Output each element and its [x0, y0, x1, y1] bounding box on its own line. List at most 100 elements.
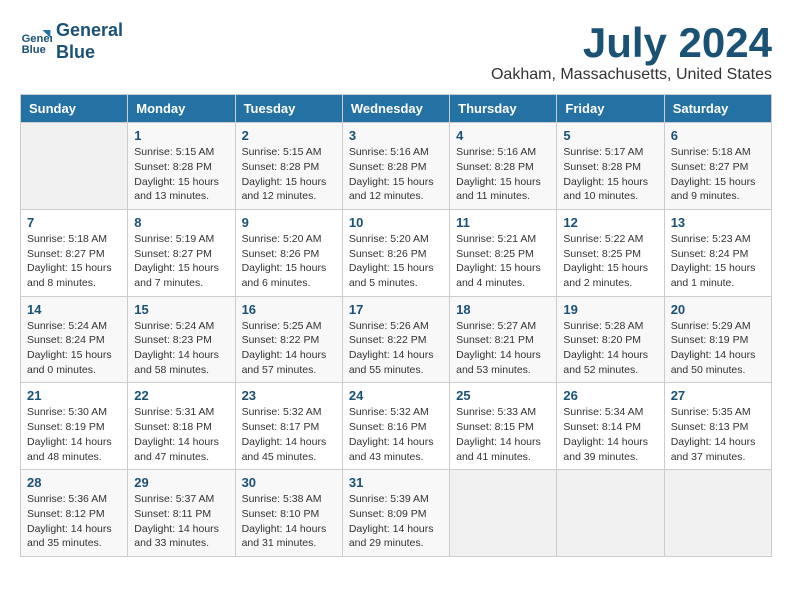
calendar-cell: 7 Sunrise: 5:18 AM Sunset: 8:27 PM Daylig… — [21, 209, 128, 296]
calendar-cell: 3 Sunrise: 5:16 AM Sunset: 8:28 PM Daylig… — [342, 123, 449, 210]
header-cell-friday: Friday — [557, 95, 664, 123]
calendar-cell: 28 Sunrise: 5:36 AM Sunset: 8:12 PM Dayli… — [21, 470, 128, 557]
day-info: Sunrise: 5:15 AM Sunset: 8:28 PM Dayligh… — [134, 145, 228, 204]
day-number: 3 — [349, 128, 443, 143]
calendar-cell: 17Sunrise: 5:26 AM Sunset: 8:22 PM Dayli… — [342, 296, 449, 383]
day-number: 28 — [27, 475, 121, 490]
calendar-cell: 5Sunrise: 5:17 AM Sunset: 8:28 PM Daylig… — [557, 123, 664, 210]
calendar-week-row: 21 Sunrise: 5:30 AM Sunset: 8:19 PM Dayli… — [21, 383, 772, 470]
title-area: July 2024 Oakham, Massachusetts, United … — [491, 20, 772, 84]
calendar-cell: 12Sunrise: 5:22 AM Sunset: 8:25 PM Dayli… — [557, 209, 664, 296]
day-info: Sunrise: 5:20 AM Sunset: 8:26 PM Dayligh… — [349, 232, 443, 291]
calendar-week-row: 14 Sunrise: 5:24 AM Sunset: 8:24 PM Dayli… — [21, 296, 772, 383]
header-cell-tuesday: Tuesday — [235, 95, 342, 123]
calendar-week-row: 7 Sunrise: 5:18 AM Sunset: 8:27 PM Daylig… — [21, 209, 772, 296]
calendar-cell: 22 Sunrise: 5:31 AM Sunset: 8:18 PM Dayli… — [128, 383, 235, 470]
day-info: Sunrise: 5:16 AM Sunset: 8:28 PM Dayligh… — [349, 145, 443, 204]
day-number: 31 — [349, 475, 443, 490]
calendar-cell: 15 Sunrise: 5:24 AM Sunset: 8:23 PM Dayli… — [128, 296, 235, 383]
calendar-cell: 19 Sunrise: 5:28 AM Sunset: 8:20 PM Dayli… — [557, 296, 664, 383]
calendar-cell: 23 Sunrise: 5:32 AM Sunset: 8:17 PM Dayli… — [235, 383, 342, 470]
day-number: 15 — [134, 302, 228, 317]
location-title: Oakham, Massachusetts, United States — [491, 66, 772, 84]
day-info: Sunrise: 5:36 AM Sunset: 8:12 PM Dayligh… — [27, 492, 121, 551]
calendar-cell: 2 Sunrise: 5:15 AM Sunset: 8:28 PM Daylig… — [235, 123, 342, 210]
month-title: July 2024 — [491, 20, 772, 66]
calendar-cell: 14 Sunrise: 5:24 AM Sunset: 8:24 PM Dayli… — [21, 296, 128, 383]
header-cell-saturday: Saturday — [664, 95, 771, 123]
calendar-body: 1 Sunrise: 5:15 AM Sunset: 8:28 PM Daylig… — [21, 123, 772, 557]
day-info: Sunrise: 5:35 AM Sunset: 8:13 PM Dayligh… — [671, 405, 765, 464]
calendar-cell: 30Sunrise: 5:38 AM Sunset: 8:10 PM Dayli… — [235, 470, 342, 557]
day-info: Sunrise: 5:24 AM Sunset: 8:24 PM Dayligh… — [27, 319, 121, 378]
day-number: 2 — [242, 128, 336, 143]
logo-text: General Blue — [56, 20, 123, 63]
calendar-cell: 26Sunrise: 5:34 AM Sunset: 8:14 PM Dayli… — [557, 383, 664, 470]
day-number: 10 — [349, 215, 443, 230]
day-number: 8 — [134, 215, 228, 230]
calendar-cell: 31 Sunrise: 5:39 AM Sunset: 8:09 PM Dayli… — [342, 470, 449, 557]
day-number: 25 — [456, 388, 550, 403]
calendar-cell: 18Sunrise: 5:27 AM Sunset: 8:21 PM Dayli… — [450, 296, 557, 383]
day-info: Sunrise: 5:30 AM Sunset: 8:19 PM Dayligh… — [27, 405, 121, 464]
day-number: 26 — [563, 388, 657, 403]
day-info: Sunrise: 5:24 AM Sunset: 8:23 PM Dayligh… — [134, 319, 228, 378]
day-info: Sunrise: 5:21 AM Sunset: 8:25 PM Dayligh… — [456, 232, 550, 291]
day-number: 14 — [27, 302, 121, 317]
day-number: 22 — [134, 388, 228, 403]
day-info: Sunrise: 5:28 AM Sunset: 8:20 PM Dayligh… — [563, 319, 657, 378]
day-number: 16 — [242, 302, 336, 317]
day-info: Sunrise: 5:29 AM Sunset: 8:19 PM Dayligh… — [671, 319, 765, 378]
day-number: 19 — [563, 302, 657, 317]
day-number: 20 — [671, 302, 765, 317]
day-info: Sunrise: 5:32 AM Sunset: 8:16 PM Dayligh… — [349, 405, 443, 464]
calendar-cell — [450, 470, 557, 557]
calendar-cell — [664, 470, 771, 557]
logo-icon: General Blue — [20, 26, 52, 58]
day-info: Sunrise: 5:16 AM Sunset: 8:28 PM Dayligh… — [456, 145, 550, 204]
calendar-cell: 25 Sunrise: 5:33 AM Sunset: 8:15 PM Dayli… — [450, 383, 557, 470]
header-row: SundayMondayTuesdayWednesdayThursdayFrid… — [21, 95, 772, 123]
calendar-cell: 4 Sunrise: 5:16 AM Sunset: 8:28 PM Daylig… — [450, 123, 557, 210]
day-info: Sunrise: 5:32 AM Sunset: 8:17 PM Dayligh… — [242, 405, 336, 464]
day-number: 23 — [242, 388, 336, 403]
calendar-week-row: 1 Sunrise: 5:15 AM Sunset: 8:28 PM Daylig… — [21, 123, 772, 210]
day-number: 30 — [242, 475, 336, 490]
day-number: 24 — [349, 388, 443, 403]
day-info: Sunrise: 5:18 AM Sunset: 8:27 PM Dayligh… — [671, 145, 765, 204]
day-number: 17 — [349, 302, 443, 317]
calendar-cell: 29Sunrise: 5:37 AM Sunset: 8:11 PM Dayli… — [128, 470, 235, 557]
header-cell-thursday: Thursday — [450, 95, 557, 123]
day-number: 29 — [134, 475, 228, 490]
header-cell-sunday: Sunday — [21, 95, 128, 123]
day-info: Sunrise: 5:25 AM Sunset: 8:22 PM Dayligh… — [242, 319, 336, 378]
day-number: 1 — [134, 128, 228, 143]
day-number: 27 — [671, 388, 765, 403]
day-info: Sunrise: 5:19 AM Sunset: 8:27 PM Dayligh… — [134, 232, 228, 291]
day-info: Sunrise: 5:39 AM Sunset: 8:09 PM Dayligh… — [349, 492, 443, 551]
calendar-cell: 6 Sunrise: 5:18 AM Sunset: 8:27 PM Daylig… — [664, 123, 771, 210]
day-number: 6 — [671, 128, 765, 143]
day-number: 21 — [27, 388, 121, 403]
calendar-cell: 11 Sunrise: 5:21 AM Sunset: 8:25 PM Dayli… — [450, 209, 557, 296]
day-info: Sunrise: 5:15 AM Sunset: 8:28 PM Dayligh… — [242, 145, 336, 204]
calendar-cell — [21, 123, 128, 210]
logo: General Blue General Blue — [20, 20, 123, 63]
day-info: Sunrise: 5:27 AM Sunset: 8:21 PM Dayligh… — [456, 319, 550, 378]
day-info: Sunrise: 5:31 AM Sunset: 8:18 PM Dayligh… — [134, 405, 228, 464]
day-number: 5 — [563, 128, 657, 143]
day-info: Sunrise: 5:18 AM Sunset: 8:27 PM Dayligh… — [27, 232, 121, 291]
calendar-cell: 10 Sunrise: 5:20 AM Sunset: 8:26 PM Dayli… — [342, 209, 449, 296]
calendar-cell: 20 Sunrise: 5:29 AM Sunset: 8:19 PM Dayli… — [664, 296, 771, 383]
day-number: 11 — [456, 215, 550, 230]
calendar-cell: 16 Sunrise: 5:25 AM Sunset: 8:22 PM Dayli… — [235, 296, 342, 383]
day-number: 7 — [27, 215, 121, 230]
day-number: 12 — [563, 215, 657, 230]
calendar-table: SundayMondayTuesdayWednesdayThursdayFrid… — [20, 94, 772, 557]
calendar-header: SundayMondayTuesdayWednesdayThursdayFrid… — [21, 95, 772, 123]
calendar-cell: 21 Sunrise: 5:30 AM Sunset: 8:19 PM Dayli… — [21, 383, 128, 470]
page-header: General Blue General Blue July 2024 Oakh… — [20, 20, 772, 84]
day-number: 4 — [456, 128, 550, 143]
day-info: Sunrise: 5:33 AM Sunset: 8:15 PM Dayligh… — [456, 405, 550, 464]
calendar-cell: 13Sunrise: 5:23 AM Sunset: 8:24 PM Dayli… — [664, 209, 771, 296]
